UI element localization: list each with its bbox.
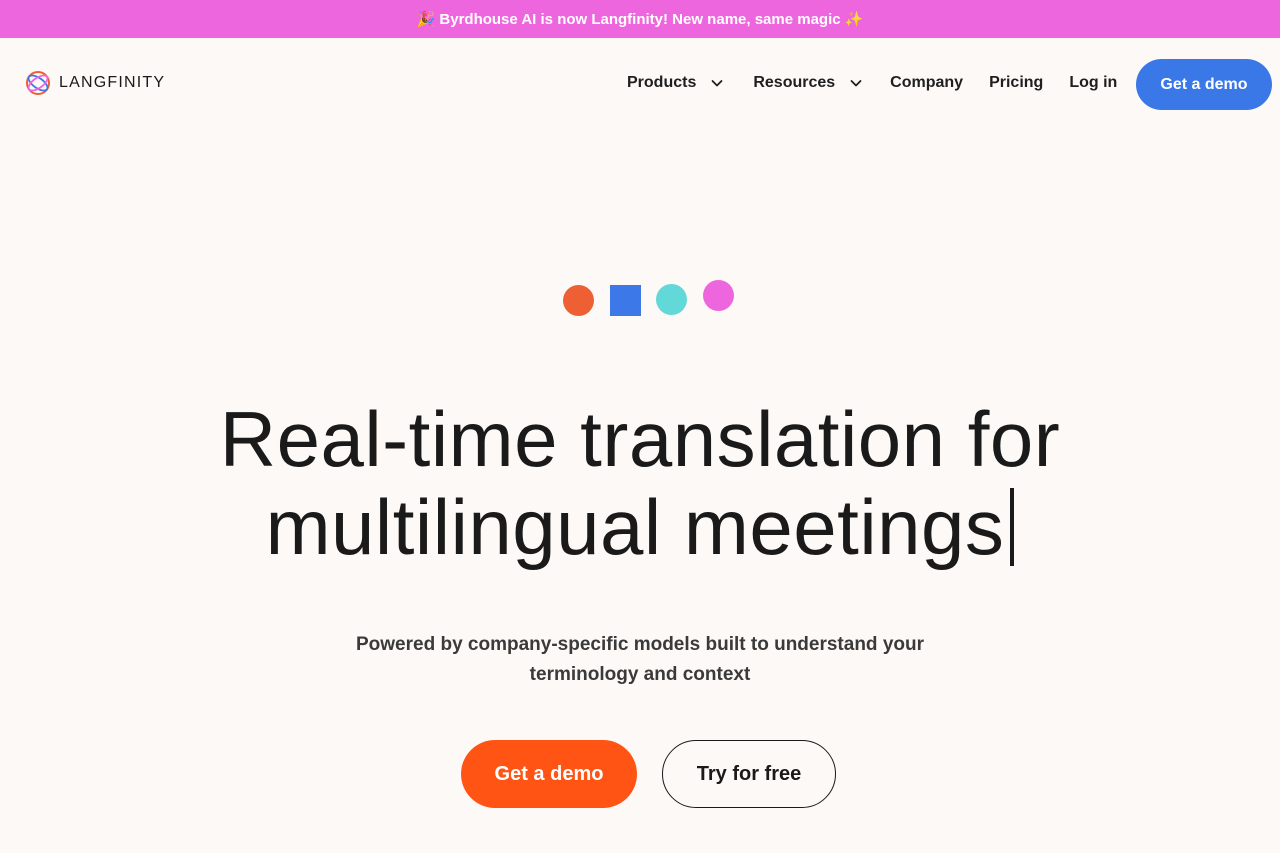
subtitle-line-1: Powered by company-specific models built…: [356, 634, 924, 655]
nav-get-demo-button[interactable]: Get a demo: [1136, 59, 1272, 110]
logo-link[interactable]: LANGFINITY: [25, 70, 165, 96]
chevron-down-icon: [711, 80, 723, 87]
try-for-free-button[interactable]: Try for free: [662, 740, 836, 808]
pink-circle-shape: [703, 280, 734, 311]
typing-cursor: [1010, 488, 1015, 566]
nav-item-company[interactable]: Company: [890, 74, 963, 92]
hero-headline: Real-time translation for multilingual m…: [0, 395, 1280, 571]
decorative-shapes: [0, 280, 1280, 320]
headline-line-2-wrap: multilingual meetings: [0, 483, 1280, 571]
headline-line-2: multilingual meetings: [265, 483, 1005, 571]
nav-links: Products Resources Company Pricing Log i…: [627, 74, 1117, 92]
teal-circle-shape: [656, 284, 687, 315]
nav-item-resources[interactable]: Resources: [753, 74, 863, 92]
announcement-banner[interactable]: 🎉 Byrdhouse AI is now Langfinity! New na…: [0, 0, 1280, 38]
headline-line-1: Real-time translation for: [219, 395, 1061, 483]
nav-item-label: Products: [627, 74, 697, 91]
hero-get-demo-button[interactable]: Get a demo: [461, 740, 637, 808]
chevron-down-icon: [850, 80, 862, 87]
nav-item-pricing[interactable]: Pricing: [989, 74, 1043, 92]
orange-circle-shape: [563, 285, 594, 316]
top-navigation: LANGFINITY Products Resources Company Pr…: [0, 38, 1280, 130]
nav-item-label: Resources: [753, 74, 836, 91]
announcement-link[interactable]: 🎉 Byrdhouse AI is now Langfinity! New na…: [417, 10, 864, 28]
nav-item-products[interactable]: Products: [627, 74, 724, 92]
langfinity-logo-icon: [26, 71, 50, 95]
blue-square-shape: [610, 285, 641, 316]
login-link[interactable]: Log in: [1069, 74, 1117, 92]
subtitle-line-2: terminology and context: [529, 664, 751, 685]
logo-wordmark: LANGFINITY: [59, 74, 166, 91]
hero-subtitle: Powered by company-specific models built…: [340, 630, 940, 690]
